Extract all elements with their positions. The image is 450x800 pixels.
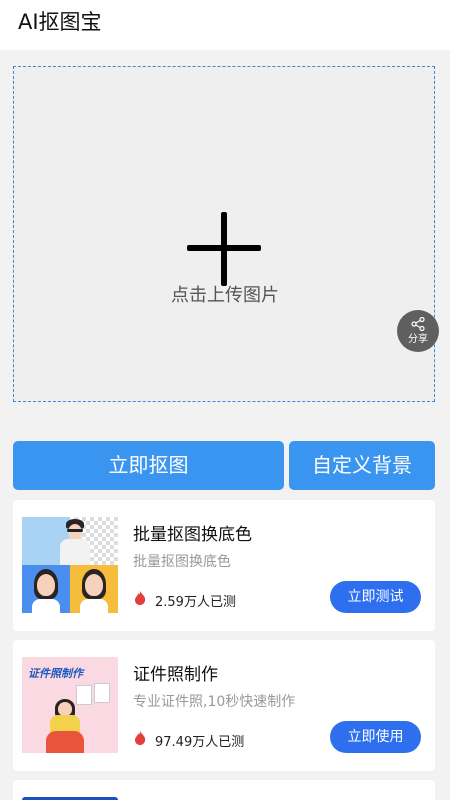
card-title: 证件照制作 <box>133 665 218 685</box>
use-now-button[interactable]: 立即使用 <box>330 721 421 753</box>
feature-card-batch[interactable]: 批量抠图换底色 批量抠图换底色 2.59万人已测 立即测试 <box>13 500 435 631</box>
top-bar: AI抠图宝 <box>0 0 450 50</box>
share-label: 分享 <box>408 334 428 345</box>
share-icon <box>411 317 425 331</box>
card-title: 批量抠图换底色 <box>133 525 252 545</box>
custom-background-button[interactable]: 自定义背景 <box>289 441 435 490</box>
thumbnail-logo-text: 证件照制作 <box>28 667 83 680</box>
flame-icon <box>135 731 146 745</box>
upload-hint: 点击上传图片 <box>171 285 279 306</box>
flame-icon <box>135 591 146 605</box>
id-photo-thumbnail: 证件照制作 <box>22 657 118 753</box>
upload-area[interactable]: 点击上传图片 <box>13 66 435 402</box>
card-subtitle: 专业证件照,10秒快速制作 <box>133 694 296 710</box>
app-title: AI抠图宝 <box>18 10 102 34</box>
try-now-button[interactable]: 立即测试 <box>330 581 421 613</box>
card-subtitle: 批量抠图换底色 <box>133 554 231 570</box>
share-button[interactable]: 分享 <box>397 310 439 352</box>
feature-card-partial[interactable] <box>13 780 435 800</box>
usage-count: 2.59万人已测 <box>155 595 236 610</box>
plus-icon <box>187 212 261 286</box>
cut-now-button[interactable]: 立即抠图 <box>13 441 284 490</box>
feature-card-id-photo[interactable]: 证件照制作 证件照制作 专业证件照,10秒快速制作 97.49万人已测 立即使用 <box>13 640 435 771</box>
batch-thumbnail <box>22 517 118 613</box>
usage-count: 97.49万人已测 <box>155 735 245 750</box>
